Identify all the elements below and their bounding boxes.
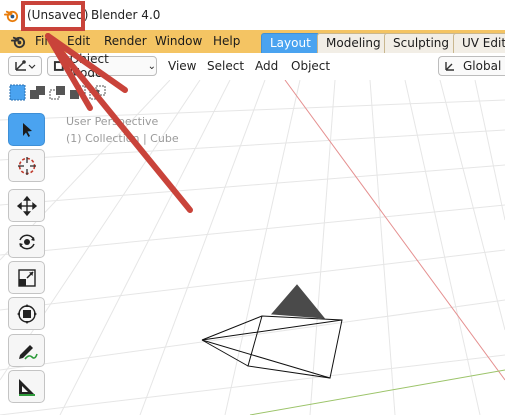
menu-render[interactable]: Render bbox=[104, 34, 147, 48]
select-subtract-icon[interactable] bbox=[49, 86, 65, 100]
window-title: Blender 4.0 bbox=[91, 8, 161, 22]
tab-sculpting[interactable]: Sculpting bbox=[384, 33, 459, 53]
move-tool-button[interactable] bbox=[8, 189, 45, 222]
select-extend-icon[interactable] bbox=[30, 86, 45, 99]
blender-menu-icon[interactable] bbox=[10, 34, 27, 49]
scale-tool-button[interactable] bbox=[8, 261, 45, 294]
title-bar: (Unsaved) Blender 4.0 bbox=[0, 0, 505, 30]
measure-tool-button[interactable] bbox=[8, 370, 45, 403]
transform-icon bbox=[16, 303, 37, 324]
transform-tool-button[interactable] bbox=[8, 297, 45, 330]
x-axis-line bbox=[284, 80, 505, 381]
move-arrows-icon bbox=[16, 195, 37, 216]
orientation-icon bbox=[445, 62, 454, 71]
cursor-arrow-icon bbox=[22, 122, 32, 137]
unsaved-indicator: (Unsaved) bbox=[27, 8, 89, 22]
menu-file[interactable]: File bbox=[35, 34, 55, 48]
tab-modeling[interactable]: Modeling bbox=[317, 33, 390, 53]
axes-gizmo-icon bbox=[15, 60, 36, 71]
mode-label: Object Mode bbox=[69, 52, 109, 80]
annotate-tool-button[interactable] bbox=[8, 334, 45, 367]
blender-logo-icon bbox=[4, 10, 19, 23]
object-mode-icon bbox=[53, 61, 64, 71]
tab-layout[interactable]: Layout bbox=[261, 33, 320, 53]
menu-edit[interactable]: Edit bbox=[67, 34, 90, 48]
orientation-label: Global bbox=[463, 59, 502, 73]
select-tool-button[interactable] bbox=[8, 113, 45, 146]
menu-help[interactable]: Help bbox=[213, 34, 240, 48]
y-axis-line bbox=[249, 369, 505, 415]
viewport-header: Object Mode ⌄ View Select Add Object Glo… bbox=[0, 52, 505, 80]
menu-add[interactable]: Add bbox=[255, 59, 278, 73]
mode-dropdown[interactable]: Object Mode ⌄ bbox=[47, 52, 157, 80]
collection-label: (1) Collection | Cube bbox=[66, 132, 179, 145]
viewport-grid bbox=[0, 80, 505, 415]
3d-cursor-icon bbox=[17, 156, 36, 175]
editor-type-dropdown[interactable] bbox=[8, 56, 42, 76]
menu-view[interactable]: View bbox=[168, 59, 196, 73]
selection-mode-buttons bbox=[8, 84, 113, 102]
top-menubar: File Edit Render Window Help Layout Mode… bbox=[0, 30, 505, 53]
perspective-label: User Perspective bbox=[66, 115, 159, 128]
rotate-tool-button[interactable] bbox=[8, 225, 45, 258]
tab-uv-editing[interactable]: UV Editi bbox=[453, 33, 505, 53]
transform-orientation-dropdown[interactable]: Global bbox=[438, 56, 505, 76]
select-new-icon[interactable] bbox=[9, 84, 26, 101]
scale-icon bbox=[17, 268, 36, 287]
menu-object[interactable]: Object bbox=[291, 59, 330, 73]
rotate-icon bbox=[18, 233, 35, 250]
camera-object[interactable] bbox=[201, 284, 343, 379]
ruler-icon bbox=[18, 378, 35, 396]
chevron-down-icon: ⌄ bbox=[147, 60, 156, 72]
select-intersect-icon[interactable] bbox=[89, 85, 106, 100]
menu-window[interactable]: Window bbox=[155, 34, 202, 48]
3d-viewport[interactable]: User Perspective (1) Collection | Cube bbox=[0, 80, 505, 415]
select-invert-icon[interactable] bbox=[70, 85, 86, 99]
pencil-icon bbox=[18, 344, 38, 360]
cursor-tool-button[interactable] bbox=[8, 149, 45, 182]
menu-select[interactable]: Select bbox=[207, 59, 244, 73]
